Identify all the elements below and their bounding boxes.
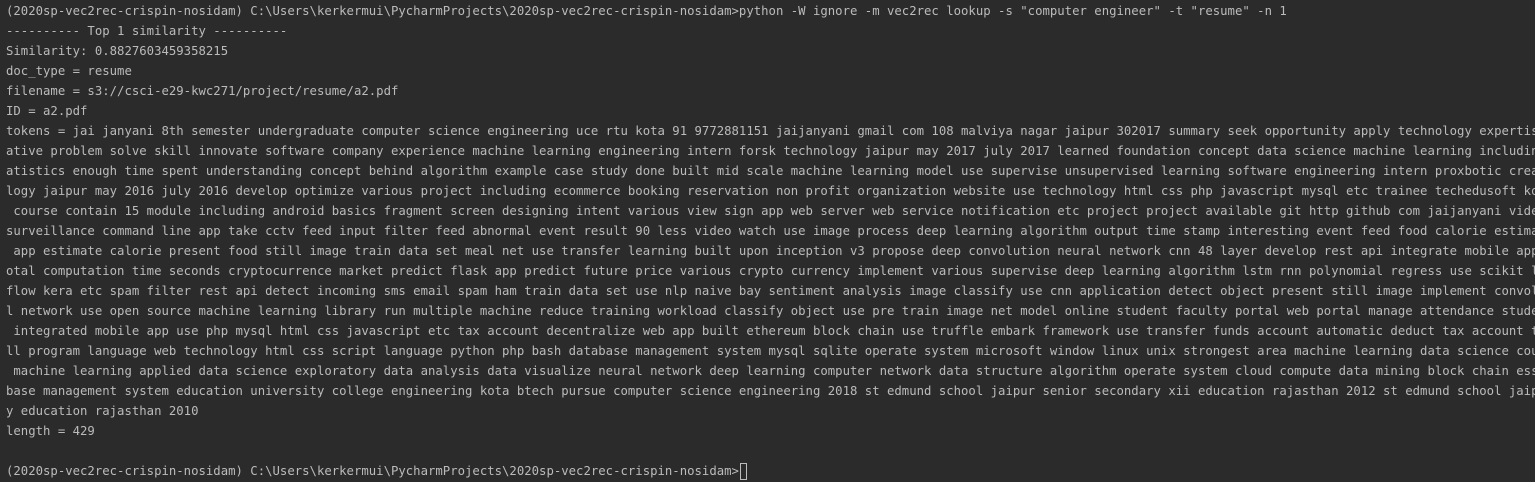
tokens-line: ative problem solve skill innovate softw… (6, 144, 1535, 158)
prompt-row[interactable]: (2020sp-vec2rec-crispin-nosidam) C:\User… (6, 461, 1535, 481)
tokens-line: flow kera etc spam filter rest api detec… (6, 284, 1535, 298)
tokens-line: l network use open source machine learni… (6, 304, 1535, 318)
tokens-line: app estimate calorie present food still … (6, 244, 1535, 258)
length-line: length = 429 (6, 424, 95, 438)
tokens-line: course contain 15 module including andro… (6, 204, 1535, 218)
tokens-line: y education rajasthan 2010 (6, 404, 199, 418)
tokens-line: base management system education univers… (6, 384, 1535, 398)
command-line: (2020sp-vec2rec-crispin-nosidam) C:\User… (6, 4, 1287, 18)
tokens-line: otal computation time seconds cryptocurr… (6, 264, 1535, 278)
doc-type-line: doc_type = resume (6, 64, 132, 78)
tokens-line: logy jaipur may 2016 july 2016 develop o… (6, 184, 1535, 198)
result-header: ---------- Top 1 similarity ---------- (6, 24, 288, 38)
tokens-line: integrated mobile app use php mysql html… (6, 324, 1535, 338)
tokens-line: machine learning applied data science ex… (6, 364, 1535, 378)
text-cursor[interactable] (739, 462, 747, 480)
similarity-line: Similarity: 0.8827603459358215 (6, 44, 229, 58)
terminal-output[interactable]: (2020sp-vec2rec-crispin-nosidam) C:\User… (0, 0, 1535, 482)
tokens-line: atistics enough time spent understanding… (6, 164, 1535, 178)
tokens-line: surveillance command line app take cctv … (6, 224, 1535, 238)
tokens-line: tokens = jai janyani 8th semester underg… (6, 124, 1535, 138)
filename-line: filename = s3://csci-e29-kwc271/project/… (6, 84, 399, 98)
shell-prompt: (2020sp-vec2rec-crispin-nosidam) C:\User… (6, 464, 739, 478)
tokens-line: ll program language web technology html … (6, 344, 1535, 358)
id-line: ID = a2.pdf (6, 104, 88, 118)
